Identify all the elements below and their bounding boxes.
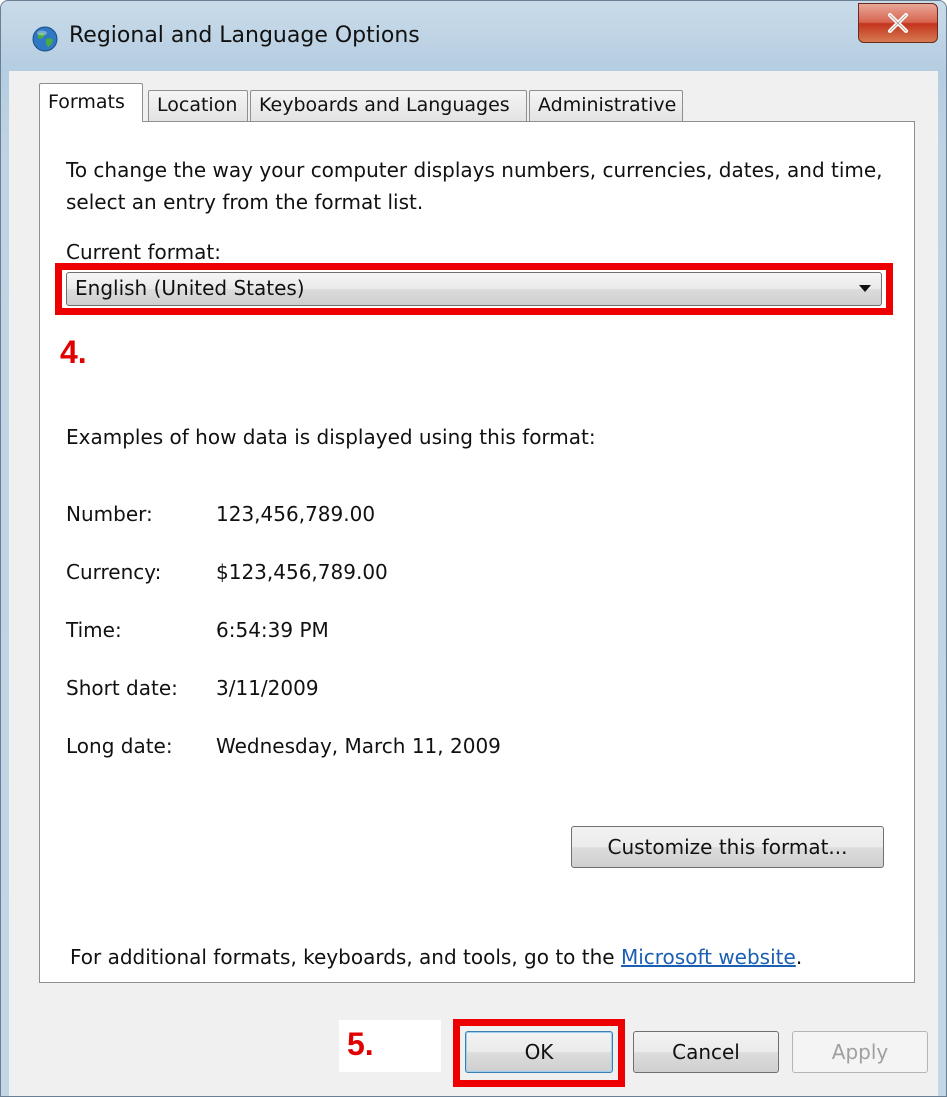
- dialog-window: Regional and Language Options Formats Lo…: [0, 0, 947, 1097]
- example-label-number: Number:: [66, 502, 153, 526]
- footer-text: For additional formats, keyboards, and t…: [70, 945, 802, 969]
- example-value-short-date: 3/11/2009: [216, 676, 319, 700]
- intro-text: To change the way your computer displays…: [66, 158, 883, 214]
- tab-administrative[interactable]: Administrative: [529, 90, 683, 121]
- example-label-long-date: Long date:: [66, 734, 173, 758]
- title-bar[interactable]: Regional and Language Options: [1, 1, 946, 71]
- highlight-box-current-format: [55, 263, 893, 315]
- close-icon: [888, 13, 908, 33]
- example-value-time: 6:54:39 PM: [216, 618, 329, 642]
- dialog-client: Formats Location Keyboards and Languages…: [9, 71, 938, 1096]
- window-title: Regional and Language Options: [69, 23, 420, 48]
- apply-button[interactable]: Apply: [792, 1031, 928, 1073]
- cancel-button[interactable]: Cancel: [633, 1031, 779, 1073]
- customize-format-button[interactable]: Customize this format...: [571, 826, 884, 868]
- example-value-long-date: Wednesday, March 11, 2009: [216, 734, 501, 758]
- ok-button[interactable]: OK: [465, 1031, 613, 1073]
- example-value-currency: $123,456,789.00: [216, 560, 388, 584]
- close-button[interactable]: [858, 3, 938, 43]
- examples-heading: Examples of how data is displayed using …: [66, 425, 596, 449]
- step-4-annotation: 4.: [60, 334, 87, 370]
- globe-icon: [31, 25, 59, 53]
- formats-panel: To change the way your computer displays…: [39, 121, 915, 983]
- tab-keyboards-and-languages[interactable]: Keyboards and Languages: [250, 90, 527, 121]
- example-label-short-date: Short date:: [66, 676, 178, 700]
- microsoft-website-link[interactable]: Microsoft website: [621, 945, 796, 969]
- footer-prefix: For additional formats, keyboards, and t…: [70, 945, 621, 969]
- current-format-label: Current format:: [66, 240, 221, 264]
- step-5-annotation: 5.: [347, 1026, 374, 1062]
- tab-formats[interactable]: Formats: [39, 83, 143, 122]
- example-label-currency: Currency:: [66, 560, 162, 584]
- tab-location[interactable]: Location: [148, 90, 248, 121]
- example-value-number: 123,456,789.00: [216, 502, 376, 526]
- footer-end: .: [795, 945, 803, 969]
- example-label-time: Time:: [66, 618, 122, 642]
